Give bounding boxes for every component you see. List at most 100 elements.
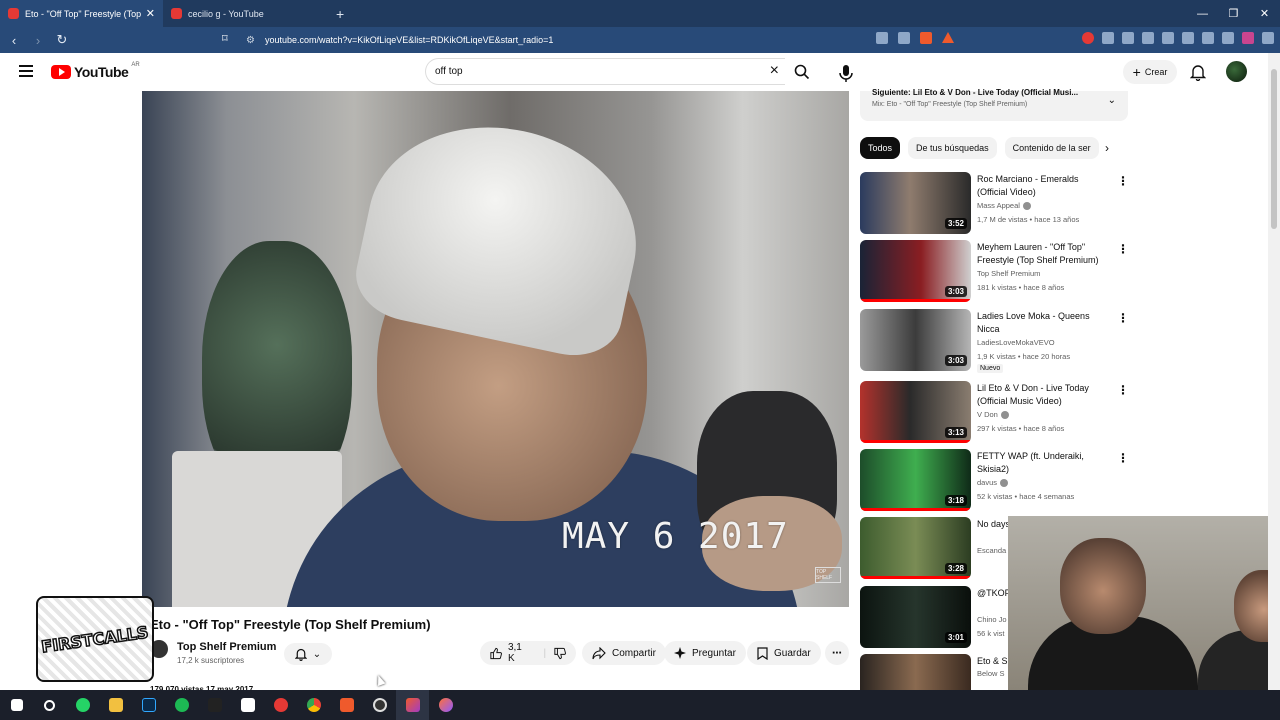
video-thumbnail[interactable]: 3:03 — [860, 309, 971, 371]
rec-channel[interactable]: Escanda — [977, 546, 1006, 555]
music-icon[interactable] — [1142, 32, 1154, 44]
maximize-button[interactable]: ❐ — [1218, 0, 1249, 27]
brave-icon[interactable] — [330, 690, 363, 720]
chip-all[interactable]: Todos — [860, 137, 901, 159]
chevron-right-icon[interactable]: › — [1105, 141, 1109, 155]
wallet-icon[interactable] — [1182, 32, 1194, 44]
youtube-logo[interactable]: YouTube AR — [51, 62, 140, 80]
file-explorer-icon[interactable] — [99, 690, 132, 720]
notifications-icon[interactable] — [1190, 63, 1206, 81]
url-field[interactable]: ⚙ youtube.com/watch?v=KikOfLiqeVE&list=R… — [246, 31, 966, 49]
hamburger-menu-icon[interactable] — [19, 65, 33, 80]
rec-title[interactable]: FETTY WAP (ft. Underaiki, Skisia2) — [977, 450, 1107, 476]
reload-icon[interactable]: ↻ — [52, 32, 72, 48]
whatsapp-icon[interactable] — [66, 690, 99, 720]
rec-title[interactable]: Lil Eto & V Don - Live Today (Official M… — [977, 382, 1107, 408]
more-options-icon[interactable]: ⋮ — [1117, 383, 1129, 397]
search-input[interactable]: off top × — [425, 58, 785, 85]
close-window-button[interactable]: ✕ — [1249, 0, 1280, 27]
new-tab-button[interactable]: + — [336, 6, 344, 22]
record-extension-icon[interactable] — [1082, 32, 1094, 44]
page-scrollbar[interactable] — [1268, 53, 1280, 690]
rec-title[interactable]: Roc Marciano - Emeralds (Official Video) — [977, 173, 1107, 199]
rec-channel[interactable]: Below S — [977, 669, 1005, 678]
video-thumbnail[interactable] — [860, 654, 971, 690]
share-button[interactable]: Compartir — [582, 641, 666, 665]
edge-icon[interactable] — [396, 690, 429, 720]
brave-shields-icon[interactable] — [920, 32, 932, 44]
rec-channel[interactable]: Chino Jo — [977, 615, 1007, 624]
capcut-icon[interactable] — [231, 690, 264, 720]
cast-icon[interactable] — [876, 32, 888, 44]
back-icon[interactable]: ‹ — [4, 33, 24, 48]
rec-channel[interactable]: Top Shelf Premium — [977, 269, 1040, 278]
photoshop-icon[interactable] — [132, 690, 165, 720]
chevron-down-icon[interactable]: ⌄ — [1108, 95, 1116, 106]
profile-icon[interactable] — [1242, 32, 1254, 44]
rec-channel[interactable]: LadiesLoveMokaVEVO — [977, 338, 1055, 347]
search-icon[interactable] — [33, 690, 66, 720]
minimize-button[interactable]: — — [1187, 0, 1218, 27]
channel-name[interactable]: Top Shelf Premium — [177, 641, 276, 653]
tab-youtube-video[interactable]: Eto - "Off Top" Freestyle (Top ✕ — [0, 0, 163, 27]
bookmark-icon[interactable]: ⌑ — [222, 32, 228, 45]
close-tab-icon[interactable]: ✕ — [146, 7, 155, 20]
video-thumbnail[interactable]: 3:01 — [860, 586, 971, 648]
avatar[interactable] — [1226, 61, 1247, 82]
thumbs-down-icon[interactable] — [554, 647, 566, 660]
video-thumbnail[interactable]: 3:18 — [860, 449, 971, 511]
video-thumbnail[interactable]: 3:28 — [860, 517, 971, 579]
rec-channel[interactable]: Mass Appeal — [977, 201, 1031, 211]
forward-icon[interactable]: › — [28, 33, 48, 48]
share-icon[interactable] — [898, 32, 910, 44]
chip-series[interactable]: Contenido de la ser — [1004, 137, 1099, 159]
screenshot-icon[interactable] — [1122, 32, 1134, 44]
tab-cecilio[interactable]: cecilio g - YouTube — [163, 0, 326, 27]
menu-icon[interactable] — [1262, 32, 1274, 44]
create-button[interactable]: + Crear — [1123, 60, 1177, 84]
save-button[interactable]: Guardar — [747, 641, 821, 665]
sidebar-icon[interactable] — [1162, 32, 1174, 44]
vpn-icon[interactable] — [1222, 32, 1234, 44]
leo-icon[interactable] — [1202, 32, 1214, 44]
subscription-bell-button[interactable]: ⌄ — [284, 643, 332, 665]
site-info-icon[interactable]: ⚙ — [246, 35, 255, 46]
video-player[interactable]: MAY 6 2017 TOP SHELF — [142, 91, 849, 607]
more-options-icon[interactable]: ⋮ — [1117, 174, 1129, 188]
search-value: off top — [435, 66, 463, 77]
rec-channel[interactable]: V Don — [977, 410, 1009, 420]
rec-title[interactable]: Ladies Love Moka - Queens Nicca — [977, 310, 1107, 336]
more-options-icon[interactable]: ⋮ — [1117, 311, 1129, 325]
puzzle-icon[interactable] — [1102, 32, 1114, 44]
chip-searches[interactable]: De tus búsquedas — [908, 137, 997, 159]
list-item[interactable]: 3:18 FETTY WAP (ft. Underaiki, Skisia2) … — [860, 449, 1130, 513]
more-options-icon[interactable]: ⋮ — [1117, 451, 1129, 465]
list-item[interactable]: 3:52 Roc Marciano - Emeralds (Official V… — [860, 172, 1130, 236]
rec-channel[interactable]: davus — [977, 478, 1009, 488]
search-button[interactable] — [785, 58, 819, 85]
firefox-icon[interactable] — [429, 690, 462, 720]
video-thumbnail[interactable]: 3:03 — [860, 240, 971, 302]
app-icon[interactable] — [198, 690, 231, 720]
duration-badge: 3:03 — [944, 355, 967, 366]
list-item[interactable]: 3:03 Ladies Love Moka - Queens Nicca Lad… — [860, 309, 1130, 373]
list-item[interactable]: 3:13 Lil Eto & V Don - Live Today (Offic… — [860, 381, 1130, 445]
list-item[interactable]: 3:03 Meyhem Lauren - "Off Top" Freestyle… — [860, 240, 1130, 304]
record-icon[interactable] — [264, 690, 297, 720]
chrome-icon[interactable] — [297, 690, 330, 720]
scrollbar-thumb[interactable] — [1271, 69, 1277, 229]
more-options-icon[interactable]: ⋮ — [1117, 242, 1129, 256]
playlist-header[interactable]: Siguiente: Lil Eto & V Don - Live Today … — [860, 88, 1128, 121]
obs-icon[interactable] — [363, 690, 396, 720]
clear-search-icon[interactable]: × — [770, 62, 779, 80]
ask-button[interactable]: Preguntar — [664, 641, 746, 665]
more-actions-icon[interactable]: ⋯ — [825, 641, 849, 665]
spotify-icon[interactable] — [165, 690, 198, 720]
video-thumbnail[interactable]: 3:52 — [860, 172, 971, 234]
like-button[interactable]: 3,1 K | — [480, 641, 576, 665]
voice-search-icon[interactable] — [833, 61, 859, 87]
brave-rewards-icon[interactable] — [942, 32, 954, 43]
rec-title[interactable]: Meyhem Lauren - "Off Top" Freestyle (Top… — [977, 241, 1107, 267]
video-thumbnail[interactable]: 3:13 — [860, 381, 971, 443]
windows-icon[interactable] — [0, 690, 33, 720]
